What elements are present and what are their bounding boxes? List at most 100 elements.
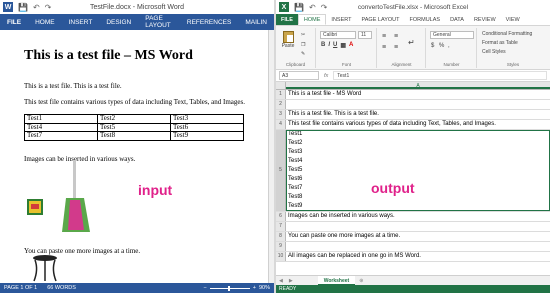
excel-tab-page-layout[interactable]: PAGE LAYOUT xyxy=(357,14,405,25)
row-number[interactable]: 9 xyxy=(276,242,286,251)
cell-a3[interactable]: This is a test file. This is a test file… xyxy=(286,110,550,119)
table-row[interactable]: 2 xyxy=(276,100,550,110)
cell-line: Test2 xyxy=(288,140,303,146)
currency-icon[interactable]: $ xyxy=(431,43,434,49)
word-count[interactable]: 66 WORDS xyxy=(47,285,76,291)
bold-button[interactable]: B xyxy=(321,42,325,49)
cell-line: This is a test file. This is a test file… xyxy=(288,111,379,117)
row-number[interactable]: 2 xyxy=(276,100,286,109)
cell-a5[interactable]: Test1 Test2 Test3 Test4 Test5 Test6 Test7 Test8… xyxy=(286,130,550,211)
table-row[interactable]: 7 xyxy=(276,222,550,232)
word-tab-home[interactable]: HOME xyxy=(28,14,62,30)
cell-a7[interactable] xyxy=(286,222,550,231)
undo-icon[interactable]: ↶ xyxy=(309,3,316,12)
redo-icon[interactable]: ↷ xyxy=(321,3,328,12)
excel-tab-insert[interactable]: INSERT xyxy=(326,14,356,25)
sheet-next-icon[interactable]: ▶ xyxy=(286,278,296,284)
word-status-bar: PAGE 1 OF 1 66 WORDS − + 90% xyxy=(0,283,274,293)
table-row[interactable]: 1 This is a test file - MS Word xyxy=(276,90,550,100)
save-icon[interactable]: 💾 xyxy=(294,3,304,12)
sheet-prev-icon[interactable]: ◀ xyxy=(276,278,286,284)
row-number[interactable]: 3 xyxy=(276,110,286,119)
word-tab-page-layout[interactable]: PAGE LAYOUT xyxy=(138,14,180,30)
cell-a10[interactable]: All images can be replaced in one go in … xyxy=(286,252,550,261)
copy-icon[interactable]: ❐ xyxy=(301,42,305,48)
align-top-icon[interactable]: ≡ xyxy=(382,33,386,40)
table-row[interactable]: 9 xyxy=(276,242,550,252)
word-tab-insert[interactable]: INSERT xyxy=(62,14,100,30)
add-sheet-icon[interactable]: ⊕ xyxy=(359,278,363,284)
fx-icon[interactable]: fx xyxy=(324,73,328,79)
align-left-icon[interactable]: ≡ xyxy=(382,44,386,51)
zoom-slider[interactable] xyxy=(209,285,250,291)
select-all-corner[interactable] xyxy=(276,82,286,89)
font-size-select[interactable]: 11 xyxy=(358,31,372,39)
italic-button[interactable]: I xyxy=(328,42,330,49)
cell-a8[interactable]: You can paste one more images at a time. xyxy=(286,232,550,241)
worksheet-grid[interactable]: A 1 This is a test file - MS Word 2 3 This i… xyxy=(276,82,550,275)
excel-tab-home[interactable]: HOME xyxy=(297,14,327,25)
word-document-page[interactable]: This is a test file – MS Word This is a … xyxy=(0,30,269,283)
table-row[interactable]: 6 Images can be inserted in various ways. xyxy=(276,212,550,222)
word-titlebar: W 💾 ↶ ↷ TestFile.docx - Microsoft Word xyxy=(0,0,274,14)
cell-line: Test7 xyxy=(288,185,303,191)
cell-styles-button[interactable]: Cell Styles xyxy=(482,49,506,55)
number-format-select[interactable]: General xyxy=(430,31,474,39)
excel-tab-view[interactable]: VIEW xyxy=(501,14,525,25)
cell-a6[interactable]: Images can be inserted in various ways. xyxy=(286,212,550,221)
cell-a4[interactable]: This test file contains various types of… xyxy=(286,120,550,129)
cut-icon[interactable]: ✂ xyxy=(301,32,305,38)
row-number[interactable]: 7 xyxy=(276,222,286,231)
word-tab-design[interactable]: DESIGN xyxy=(99,14,138,30)
page-count[interactable]: PAGE 1 OF 1 xyxy=(4,285,37,291)
wrap-text-icon[interactable]: ↵ xyxy=(408,38,415,47)
doc-image-broom[interactable] xyxy=(26,160,106,235)
excel-tab-file[interactable]: FILE xyxy=(276,14,298,25)
formula-input[interactable]: Test1 xyxy=(333,71,547,80)
word-tab-references[interactable]: REFERENCES xyxy=(180,14,238,30)
zoom-in-button[interactable]: + xyxy=(253,285,256,291)
word-tab-file[interactable]: FILE xyxy=(0,14,29,30)
zoom-level[interactable]: 90% xyxy=(259,285,270,291)
column-header-a[interactable]: A xyxy=(286,82,550,89)
font-name-select[interactable]: Calibri xyxy=(320,31,356,39)
format-as-table-button[interactable]: Format as Table xyxy=(482,40,518,46)
align-center-icon[interactable]: ≡ xyxy=(394,44,398,51)
row-number[interactable]: 10 xyxy=(276,252,286,261)
cell-a1[interactable]: This is a test file - MS Word xyxy=(286,90,550,99)
table-row[interactable]: 10 All images can be replaced in one go i… xyxy=(276,252,550,262)
underline-button[interactable]: U xyxy=(333,42,337,49)
excel-tab-formulas[interactable]: FORMULAS xyxy=(405,14,446,25)
format-painter-icon[interactable]: ✎ xyxy=(301,51,305,57)
row-number[interactable]: 8 xyxy=(276,232,286,241)
row-number[interactable]: 1 xyxy=(276,90,286,99)
word-tab-mailings[interactable]: MAILIN xyxy=(238,14,274,30)
sheet-tab-worksheet[interactable]: Worksheet xyxy=(317,275,356,286)
font-color-icon[interactable]: A xyxy=(349,42,353,49)
conditional-formatting-button[interactable]: Conditional Formatting xyxy=(482,31,532,37)
paste-button[interactable]: Paste xyxy=(279,31,297,53)
borders-icon[interactable]: ▦ xyxy=(340,42,346,49)
cell-a9[interactable] xyxy=(286,242,550,251)
row-number[interactable]: 4 xyxy=(276,120,286,129)
table-row[interactable]: 4 This test file contains various types o… xyxy=(276,120,550,130)
broom-handle xyxy=(73,160,76,200)
undo-icon[interactable]: ↶ xyxy=(33,3,40,12)
percent-icon[interactable]: % xyxy=(439,43,444,49)
save-icon[interactable]: 💾 xyxy=(18,3,28,12)
align-middle-icon[interactable]: ≡ xyxy=(394,33,398,40)
doc-image-side-table[interactable] xyxy=(30,254,60,282)
table-row[interactable]: 3 This is a test file. This is a test fil… xyxy=(276,110,550,120)
name-box[interactable]: A3 xyxy=(279,71,319,80)
table-row[interactable]: 8 You can paste one more images at a time… xyxy=(276,232,550,242)
row-number[interactable]: 6 xyxy=(276,212,286,221)
comma-icon[interactable]: , xyxy=(448,43,450,49)
zoom-out-button[interactable]: − xyxy=(204,285,207,291)
row-number[interactable]: 5 xyxy=(276,130,286,211)
table-row[interactable]: 5 Test1 Test2 Test3 Test4 Test5 Test6 Test7 Test… xyxy=(276,130,550,212)
excel-tab-review[interactable]: REVIEW xyxy=(469,14,501,25)
redo-icon[interactable]: ↷ xyxy=(45,3,52,12)
cell-a2[interactable] xyxy=(286,100,550,109)
excel-tab-data[interactable]: DATA xyxy=(445,14,469,25)
zoom-slider-knob[interactable] xyxy=(227,285,230,291)
